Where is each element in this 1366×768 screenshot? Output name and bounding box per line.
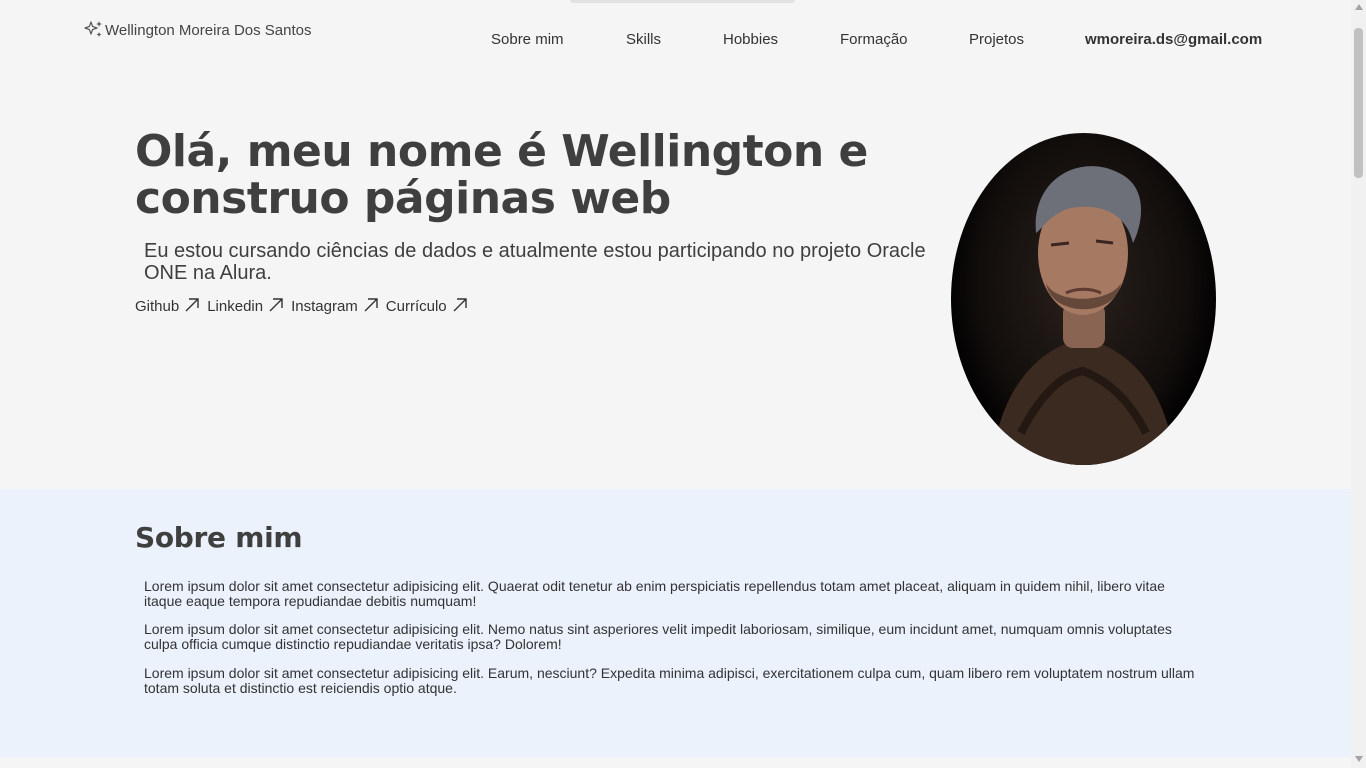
nav-projetos[interactable]: Projetos xyxy=(969,31,1024,48)
scroll-down-arrow-icon[interactable] xyxy=(1355,756,1363,762)
about-section: Sobre mim Lorem ipsum dolor sit amet con… xyxy=(0,489,1351,757)
email-link[interactable]: wmoreira.ds@gmail.com xyxy=(1085,31,1262,48)
linkedin-link-label: Linkedin xyxy=(207,298,264,315)
brand[interactable]: Wellington Moreira Dos Santos xyxy=(84,20,311,40)
hero-subtitle: Eu estou cursando ciências de dados e at… xyxy=(144,240,926,284)
nav-formacao[interactable]: Formação xyxy=(840,31,908,48)
about-paragraph: Lorem ipsum dolor sit amet consectetur a… xyxy=(144,665,1195,696)
about-heading: Sobre mim xyxy=(135,521,303,554)
github-link-label: Github xyxy=(135,298,180,315)
sparkles-icon xyxy=(84,21,102,37)
arrow-up-right-icon xyxy=(269,298,283,312)
nav-sobre-mim[interactable]: Sobre mim xyxy=(491,31,564,48)
hero-title: Olá, meu nome é Wellington e construo pá… xyxy=(135,126,868,224)
nav-hobbies[interactable]: Hobbies xyxy=(723,31,778,48)
nav-skills[interactable]: Skills xyxy=(626,31,661,48)
scrollbar-thumb[interactable] xyxy=(1354,28,1363,178)
arrow-up-right-icon xyxy=(453,298,467,312)
scroll-up-arrow-icon[interactable] xyxy=(1355,4,1363,10)
about-paragraph: Lorem ipsum dolor sit amet consectetur a… xyxy=(144,621,1172,652)
linkedin-link[interactable]: Linkedin xyxy=(207,298,284,315)
social-links: Github Linkedin Instagram Currículo xyxy=(135,298,475,315)
curriculo-link-label: Currículo xyxy=(385,298,447,315)
profile-portrait-illustration xyxy=(991,166,1176,465)
instagram-link[interactable]: Instagram xyxy=(291,298,379,315)
profile-photo xyxy=(951,133,1216,465)
page: Wellington Moreira Dos Santos Sobre mim … xyxy=(0,0,1351,768)
site-header: Wellington Moreira Dos Santos Sobre mim … xyxy=(0,0,1351,80)
github-link[interactable]: Github xyxy=(135,298,200,315)
brand-name: Wellington Moreira Dos Santos xyxy=(105,21,312,39)
vertical-scrollbar[interactable] xyxy=(1351,0,1366,768)
instagram-link-label: Instagram xyxy=(291,298,358,315)
curriculo-link[interactable]: Currículo xyxy=(386,298,468,315)
about-paragraph: Lorem ipsum dolor sit amet consectetur a… xyxy=(144,578,1165,609)
arrow-up-right-icon xyxy=(364,298,378,312)
arrow-up-right-icon xyxy=(185,298,199,312)
